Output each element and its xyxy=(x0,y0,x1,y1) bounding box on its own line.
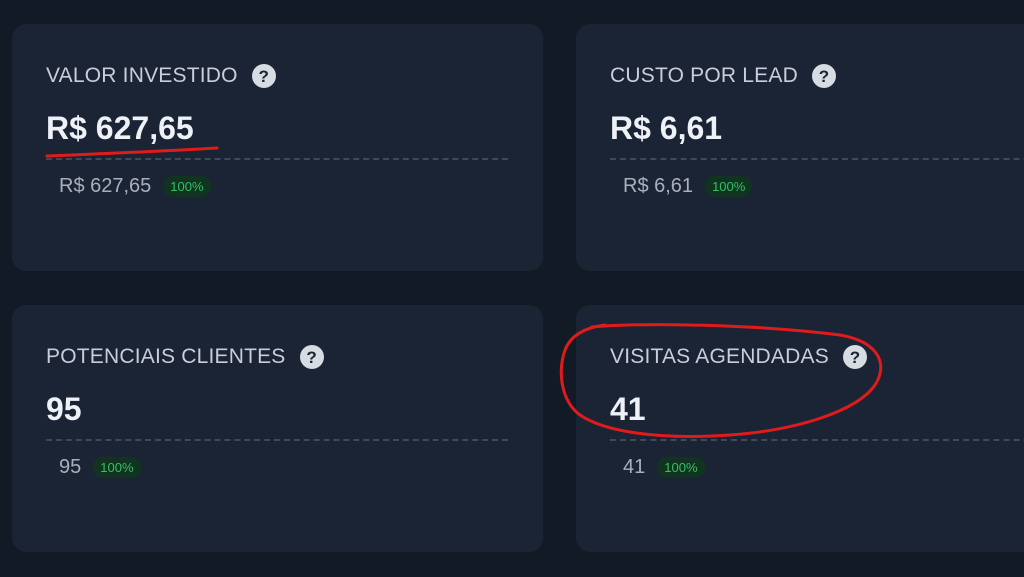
card-value: 41 xyxy=(610,391,646,427)
comparison-value: R$ 6,61 xyxy=(623,175,694,197)
comparison-row: R$ 627,65 100% xyxy=(59,175,211,198)
comparison-row: 41 100% xyxy=(623,456,705,479)
card-value: 95 xyxy=(46,391,82,427)
card-title: CUSTO POR LEAD xyxy=(610,64,798,87)
metric-card-valor-investido: VALOR INVESTIDO ? R$ 627,65 R$ 627,65 10… xyxy=(12,24,543,271)
metric-card-visitas-agendadas: VISITAS AGENDADAS ? 41 41 100% xyxy=(576,305,1024,552)
divider xyxy=(46,158,508,160)
comparison-value: R$ 627,65 xyxy=(59,175,152,197)
percent-badge: 100% xyxy=(657,457,705,478)
comparison-value: 41 xyxy=(623,456,646,478)
card-header: VALOR INVESTIDO ? xyxy=(46,64,276,88)
help-icon[interactable]: ? xyxy=(842,345,867,369)
help-icon[interactable]: ? xyxy=(299,345,324,369)
comparison-row: 95 100% xyxy=(59,456,141,479)
metric-card-custo-por-lead: CUSTO POR LEAD ? R$ 6,61 R$ 6,61 100% xyxy=(576,24,1024,271)
card-header: VISITAS AGENDADAS ? xyxy=(610,345,867,369)
card-title: VISITAS AGENDADAS xyxy=(610,345,829,368)
divider xyxy=(610,439,1024,441)
divider xyxy=(610,158,1024,160)
percent-badge: 100% xyxy=(93,457,141,478)
help-icon[interactable]: ? xyxy=(811,64,836,88)
percent-badge: 100% xyxy=(163,176,211,197)
card-title: VALOR INVESTIDO xyxy=(46,64,238,87)
metric-card-potenciais-clientes: POTENCIAIS CLIENTES ? 95 95 100% xyxy=(12,305,543,552)
comparison-row: R$ 6,61 100% xyxy=(623,175,753,198)
card-header: POTENCIAIS CLIENTES ? xyxy=(46,345,324,369)
percent-badge: 100% xyxy=(705,176,753,197)
comparison-value: 95 xyxy=(59,456,82,478)
card-header: CUSTO POR LEAD ? xyxy=(610,64,836,88)
card-value: R$ 6,61 xyxy=(610,110,723,146)
card-value: R$ 627,65 xyxy=(46,110,194,146)
help-icon[interactable]: ? xyxy=(251,64,276,88)
divider xyxy=(46,439,508,441)
card-title: POTENCIAIS CLIENTES xyxy=(46,345,286,368)
